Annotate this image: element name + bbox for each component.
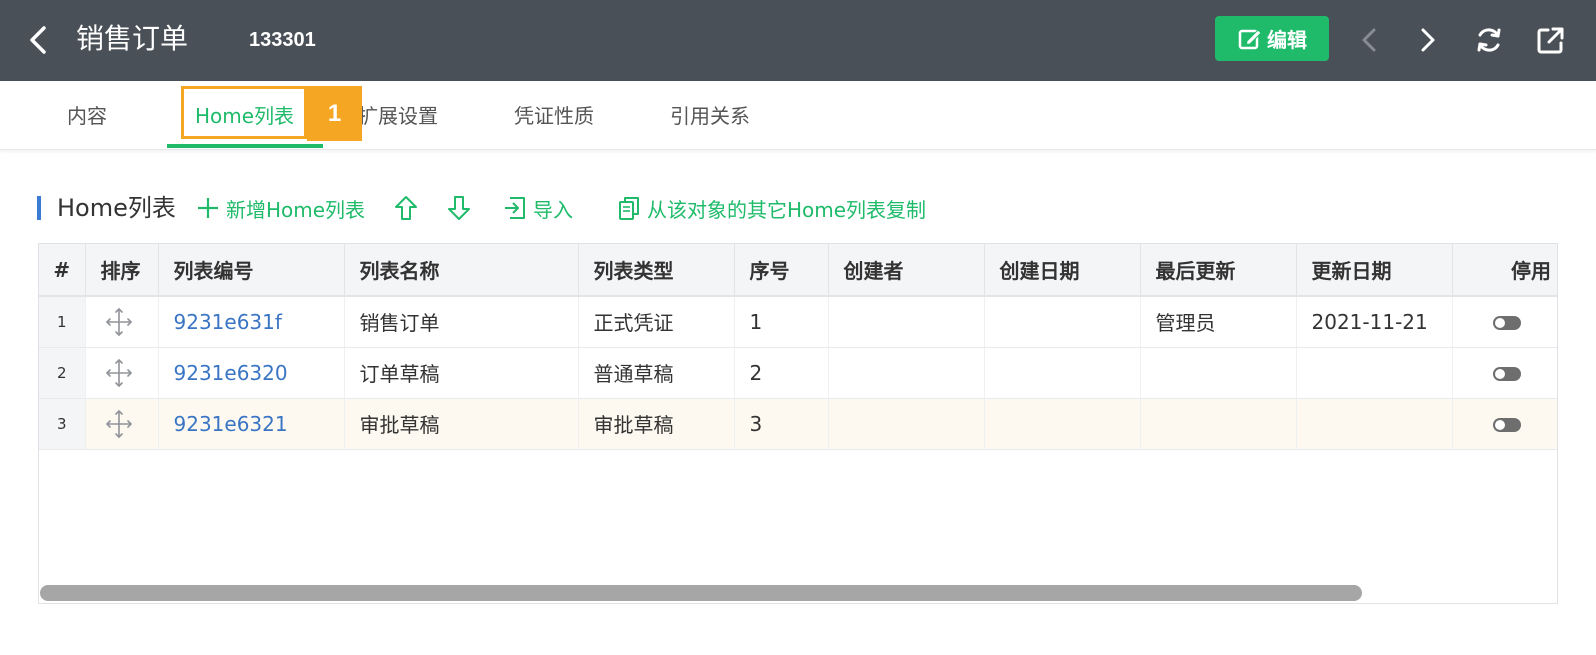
next-record-button[interactable] xyxy=(1411,22,1445,58)
edit-button[interactable]: 编辑 xyxy=(1215,16,1329,61)
callout-highlight xyxy=(181,86,307,139)
move-down-button[interactable] xyxy=(447,190,471,226)
section-title: Home列表 xyxy=(57,194,176,222)
list-code-link[interactable]: 9231e6320 xyxy=(158,347,345,399)
refresh-icon xyxy=(1477,28,1501,52)
drag-handle-icon[interactable] xyxy=(104,305,134,339)
list-code-link[interactable]: 9231e631f xyxy=(158,296,345,348)
chevron-left-icon xyxy=(1362,28,1376,52)
external-link-icon xyxy=(1537,27,1564,54)
back-button[interactable] xyxy=(22,22,52,58)
updated-date-cell xyxy=(1296,347,1453,399)
import-button[interactable]: 导入 xyxy=(503,190,573,226)
import-label: 导入 xyxy=(533,197,573,222)
arrow-down-icon xyxy=(448,196,470,220)
refresh-button[interactable] xyxy=(1472,22,1506,58)
list-type-cell: 审批草稿 xyxy=(578,398,735,450)
seq-cell: 3 xyxy=(734,398,829,450)
created-date-cell xyxy=(984,347,1141,399)
previous-record-button[interactable] xyxy=(1352,22,1386,58)
updater-cell: 管理员 xyxy=(1140,296,1297,348)
tab-bar: 内容 Home列表 扩展设置 凭证性质 引用关系 1 xyxy=(0,81,1596,150)
callout-number-badge: 1 xyxy=(307,86,362,141)
column-header[interactable]: 停用 xyxy=(1452,244,1557,297)
tab-extension-settings[interactable]: 扩展设置 xyxy=(358,101,438,131)
created-date-cell xyxy=(984,296,1141,348)
column-header[interactable]: 创建者 xyxy=(828,244,985,297)
row-number: 2 xyxy=(39,347,86,399)
drag-handle-icon[interactable] xyxy=(104,356,134,390)
home-list-table: # 排序 列表编号 列表名称 列表类型 序号 创建者 创建日期 最后更新 更新日… xyxy=(38,243,1558,604)
column-header[interactable]: 列表类型 xyxy=(578,244,735,297)
row-number: 1 xyxy=(39,296,86,348)
copy-from-other-button[interactable]: 从该对象的其它Home列表复制 xyxy=(617,190,926,226)
table-header-row: # 排序 列表编号 列表名称 列表类型 序号 创建者 创建日期 最后更新 更新日… xyxy=(39,244,1557,297)
import-icon xyxy=(505,197,525,219)
page-title: 销售订单 xyxy=(76,22,189,55)
row-number: 3 xyxy=(39,398,86,450)
tab-references[interactable]: 引用关系 xyxy=(670,101,750,131)
list-name-cell: 审批草稿 xyxy=(344,398,579,450)
updated-date-cell: 2021-11-21 xyxy=(1296,296,1453,348)
column-header: # xyxy=(39,244,86,297)
tab-voucher-nature[interactable]: 凭证性质 xyxy=(514,101,594,131)
add-home-list-button[interactable]: 新增Home列表 xyxy=(196,190,365,226)
arrow-up-icon xyxy=(395,196,417,220)
horizontal-scrollbar[interactable] xyxy=(40,585,1362,601)
active-tab-indicator xyxy=(167,144,323,148)
list-type-cell: 普通草稿 xyxy=(578,347,735,399)
table-row[interactable]: 3 9231e6321 审批草稿 审批草稿 3 xyxy=(39,398,1557,450)
copy-icon xyxy=(619,197,639,220)
copy-from-other-label: 从该对象的其它Home列表复制 xyxy=(647,197,927,222)
column-header[interactable]: 列表编号 xyxy=(158,244,345,297)
list-name-cell: 订单草稿 xyxy=(344,347,579,399)
creator-cell xyxy=(828,398,985,450)
add-home-list-label: 新增Home列表 xyxy=(226,197,366,222)
creator-cell xyxy=(828,347,985,399)
document-id: 133301 xyxy=(249,29,316,51)
disable-toggle[interactable] xyxy=(1493,316,1521,331)
updater-cell xyxy=(1140,398,1297,450)
seq-cell: 1 xyxy=(734,296,829,348)
edit-icon xyxy=(1238,28,1262,49)
edit-button-label: 编辑 xyxy=(1267,28,1307,52)
tab-content[interactable]: 内容 xyxy=(67,101,107,131)
updater-cell xyxy=(1140,347,1297,399)
table-row[interactable]: 2 9231e6320 订单草稿 普通草稿 2 xyxy=(39,347,1557,399)
move-up-button[interactable] xyxy=(394,190,418,226)
disable-toggle[interactable] xyxy=(1493,418,1521,432)
column-header[interactable]: 排序 xyxy=(85,244,159,297)
column-header[interactable]: 最后更新 xyxy=(1140,244,1297,297)
chevron-right-icon xyxy=(1421,28,1435,52)
drag-handle-icon[interactable] xyxy=(104,407,134,441)
column-header[interactable]: 列表名称 xyxy=(344,244,579,297)
created-date-cell xyxy=(984,398,1141,450)
disable-toggle[interactable] xyxy=(1493,367,1521,381)
list-name-cell: 销售订单 xyxy=(344,296,579,348)
column-header[interactable]: 更新日期 xyxy=(1296,244,1453,297)
updated-date-cell xyxy=(1296,398,1453,450)
top-header: 销售订单 133301 编辑 xyxy=(0,0,1596,81)
column-header[interactable]: 创建日期 xyxy=(984,244,1141,297)
list-type-cell: 正式凭证 xyxy=(578,296,735,348)
seq-cell: 2 xyxy=(734,347,829,399)
list-code-link[interactable]: 9231e6321 xyxy=(158,398,345,450)
section-marker xyxy=(37,196,41,220)
table-row[interactable]: 1 9231e631f 销售订单 正式凭证 1 管理员 2021-11-21 xyxy=(39,296,1557,348)
column-header[interactable]: 序号 xyxy=(734,244,829,297)
creator-cell xyxy=(828,296,985,348)
chevron-left-icon xyxy=(30,26,46,54)
plus-icon xyxy=(198,198,218,218)
open-external-button[interactable] xyxy=(1533,22,1567,58)
